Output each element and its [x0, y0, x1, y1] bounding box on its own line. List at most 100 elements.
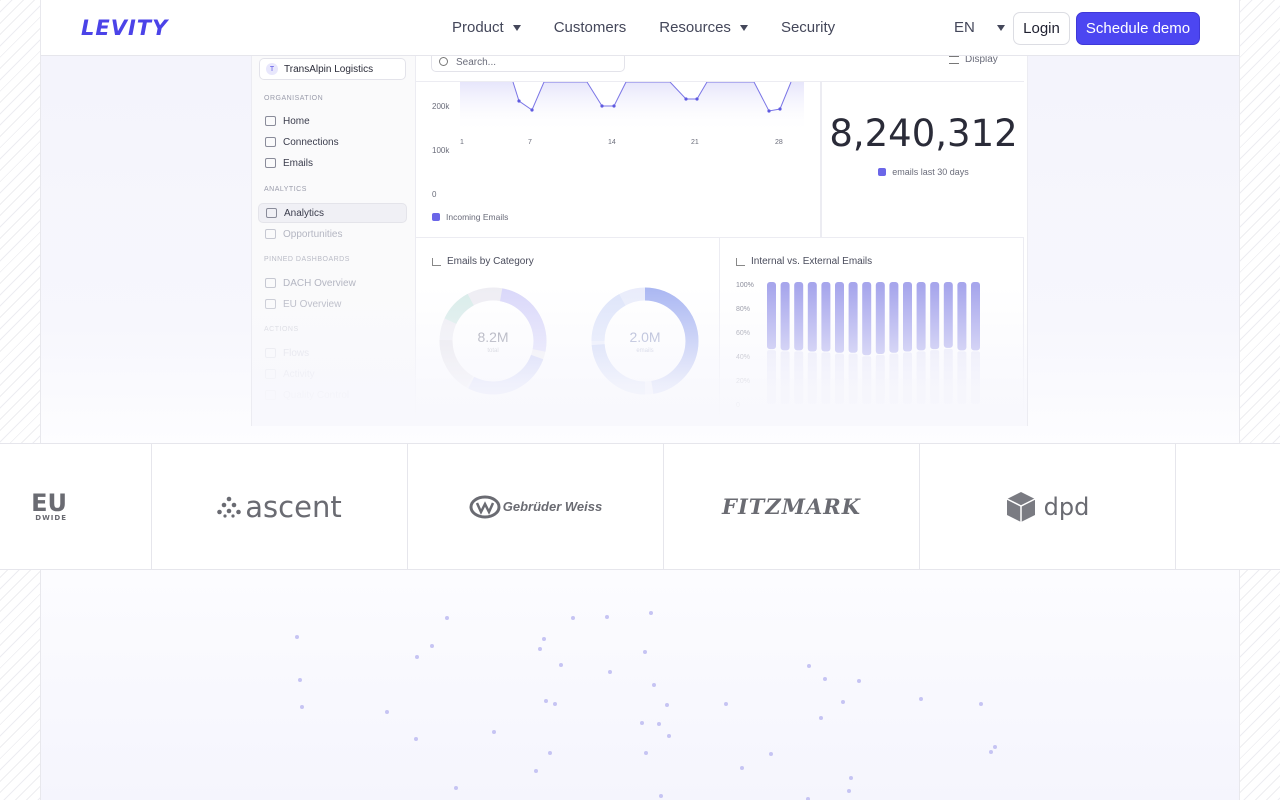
nav-links: Product Customers Resources Security	[452, 19, 868, 36]
dpd-logo-mark	[1006, 491, 1035, 522]
bar-external	[903, 282, 912, 352]
logo-cell-dpd: dpd	[920, 444, 1176, 569]
y-tick: 100%	[736, 282, 754, 289]
bar-external	[767, 282, 776, 350]
history-icon	[265, 369, 276, 379]
incoming-emails-panel: 200k 100k 0 1 7 14 21 28 Incoming Emails	[416, 81, 821, 238]
org-switcher[interactable]: T TransAlpin Logistics	[259, 58, 406, 80]
ascent-logo-mark	[217, 496, 242, 518]
bar-internal	[930, 350, 940, 404]
bar-external	[957, 282, 967, 351]
display-label: Display	[965, 56, 998, 65]
display-button[interactable]: Display	[949, 56, 998, 65]
x-tick: 14	[608, 139, 616, 146]
nav-product[interactable]: Product	[452, 19, 521, 36]
bar-external	[862, 282, 872, 356]
bar-external	[916, 282, 926, 351]
bar-internal	[875, 354, 885, 404]
nav-resources[interactable]: Resources	[659, 19, 748, 36]
internal-external-panel: Internal vs. External Emails 100% 80% 60…	[720, 238, 1024, 426]
schedule-demo-button[interactable]: Schedule demo	[1076, 12, 1200, 45]
data-point	[767, 109, 771, 113]
bar-external	[889, 282, 899, 353]
data-point	[600, 104, 604, 108]
x-tick: 1	[460, 139, 464, 146]
bar-external	[835, 282, 844, 353]
bar-internal	[903, 352, 912, 404]
x-tick: 28	[775, 139, 783, 146]
sidebar-item-dach-overview[interactable]: DACH Overview	[258, 273, 407, 293]
nav-product-label: Product	[452, 19, 504, 36]
nav-customers-label: Customers	[553, 19, 627, 36]
category-donuts: 8.2M total 2.0M emails	[439, 287, 699, 395]
incoming-emails-chart: 200k 100k 0 1 7 14 21 28 Incoming Emails	[432, 81, 804, 222]
sliders-icon	[949, 56, 959, 64]
donut-total-label: total	[487, 348, 498, 354]
dotted-map-decoration	[295, 611, 997, 801]
partial-logo: EU DWIDE	[31, 489, 67, 522]
sidebar-item-label: DACH Overview	[283, 277, 356, 289]
bar-external	[848, 282, 858, 353]
donut-emails-value: 2.0M	[629, 329, 660, 345]
language-selector[interactable]: EN	[954, 19, 1005, 36]
sidebar-item-label: Emails	[283, 157, 314, 169]
sidebar-item-label: Activity	[283, 368, 315, 380]
data-point	[530, 108, 534, 112]
total-emails-caption: emails last 30 days	[822, 167, 1025, 177]
nav-security[interactable]: Security	[781, 19, 835, 36]
bar-external	[971, 282, 980, 351]
left-gutter-pattern	[0, 0, 41, 800]
search-input[interactable]: Search...	[431, 56, 625, 72]
levity-logo[interactable]: LEVITY	[81, 16, 168, 40]
sidebar-item-analytics[interactable]: Analytics	[258, 203, 407, 223]
bar-external	[943, 282, 953, 348]
sidebar-item-flows[interactable]: Flows	[258, 343, 407, 363]
right-gutter-pattern	[1239, 0, 1280, 800]
search-icon	[439, 57, 448, 66]
data-point	[695, 97, 699, 101]
total-emails-card: 8,240,312 emails last 30 days	[821, 81, 1024, 238]
login-button[interactable]: Login	[1013, 12, 1070, 45]
logo-cell-gebruder-weiss: Gebrüder Weiss	[408, 444, 664, 569]
sidebar-item-quality-control[interactable]: Quality Control	[258, 385, 407, 405]
legend-swatch	[878, 168, 887, 176]
top-navigation: LEVITY Product Customers Resources Secur…	[41, 0, 1239, 56]
chevron-down-icon	[996, 24, 1005, 31]
bar-internal	[971, 351, 980, 404]
dpd-logo: dpd	[1043, 492, 1090, 521]
chevron-down-icon	[739, 24, 748, 31]
data-point	[778, 107, 782, 111]
sidebar-item-label: EU Overview	[283, 298, 342, 310]
nav-customers[interactable]: Customers	[554, 19, 627, 36]
total-emails-value: 8,240,312	[829, 112, 1018, 155]
y-tick: 0	[432, 190, 437, 199]
sidebar-item-label: Connections	[283, 136, 339, 148]
sidebar-item-home[interactable]: Home	[258, 111, 407, 131]
bar-external	[807, 282, 817, 352]
sidebar-item-eu-overview[interactable]: EU Overview	[258, 294, 407, 314]
flow-icon	[265, 348, 276, 358]
bar-external	[780, 282, 790, 351]
lightbulb-icon	[265, 229, 276, 239]
sidebar-item-label: Opportunities	[283, 228, 343, 240]
bar-external	[930, 282, 940, 350]
bar-internal	[835, 353, 844, 404]
app-sidebar: T TransAlpin Logistics ORGANISATION Home …	[252, 56, 416, 426]
donut-total-value: 8.2M	[477, 329, 508, 345]
sidebar-item-connections[interactable]: Connections	[258, 132, 407, 152]
sidebar-item-opportunities[interactable]: Opportunities	[258, 224, 407, 244]
bar-internal	[767, 350, 776, 404]
bar-internal	[848, 353, 858, 404]
y-tick: 200k	[432, 102, 450, 111]
org-avatar: T	[266, 63, 278, 75]
bar-internal	[889, 353, 899, 404]
logo-cell-ascent: ascent	[152, 444, 408, 569]
chart-area-fill	[460, 82, 804, 132]
y-tick: 100k	[432, 146, 450, 155]
sidebar-item-activity[interactable]: Activity	[258, 364, 407, 384]
bar-internal	[821, 352, 831, 404]
sidebar-item-emails[interactable]: Emails	[258, 153, 407, 173]
legend-swatch	[432, 213, 440, 221]
bar-internal	[916, 351, 926, 404]
fitzmark-logo: FITZMARK	[722, 494, 861, 519]
